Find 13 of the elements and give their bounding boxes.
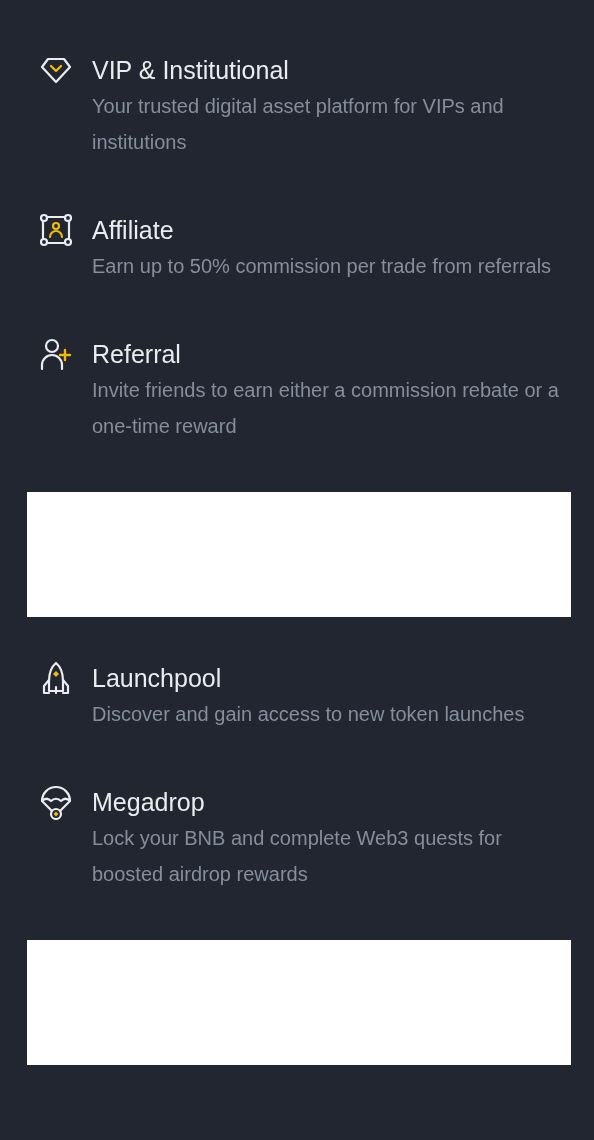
menu-item-title[interactable]: Launchpool bbox=[92, 660, 562, 696]
add-user-icon bbox=[38, 336, 74, 372]
menu-item-title[interactable]: Megadrop bbox=[92, 784, 562, 820]
parachute-icon bbox=[38, 784, 74, 820]
menu-item-description: Discover and gain access to new token launches bbox=[92, 702, 526, 727]
menu-item-title[interactable]: VIP & Institutional bbox=[92, 52, 562, 88]
menu-item-description: Invite friends to earn either a commission rebate or a one-time reward bbox=[92, 378, 560, 439]
affiliate-icon bbox=[38, 212, 74, 248]
menu-item-description: Earn up to 50% commission per trade from referrals bbox=[92, 254, 553, 279]
menu-item-title[interactable]: Referral bbox=[92, 336, 562, 372]
menu-item-description: Lock your BNB and complete Web3 quests for boosted airdrop rewards bbox=[92, 826, 503, 887]
menu-item-description: Your trusted digital asset platform for VIPs and institutions bbox=[92, 94, 505, 155]
menu-item-title[interactable]: Affiliate bbox=[92, 212, 562, 248]
